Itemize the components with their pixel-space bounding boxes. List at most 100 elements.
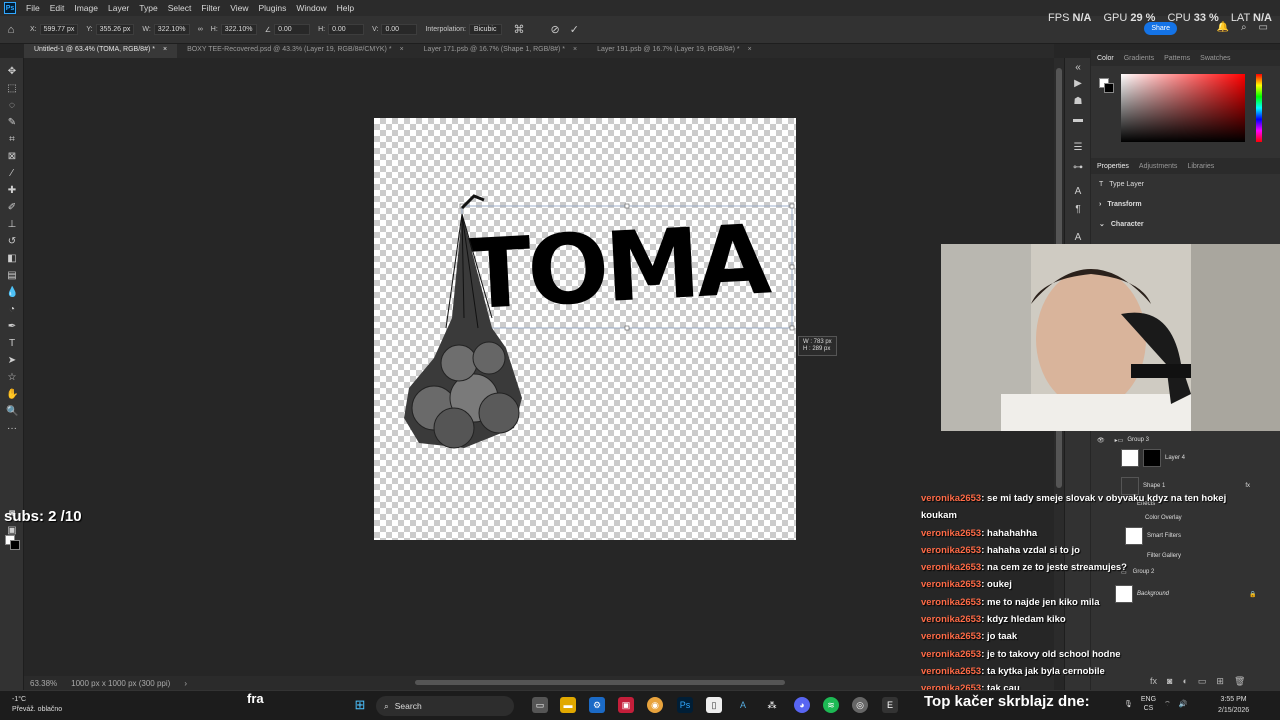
microphone-icon[interactable]: 🎙 <box>1124 700 1133 708</box>
layer-comps-icon[interactable]: ☗ <box>1072 96 1084 108</box>
canvas-area[interactable]: TOMA W : 783 px H : 289 px <box>24 58 1054 676</box>
tab-properties[interactable]: Properties <box>1097 163 1129 170</box>
dodge-tool-icon[interactable]: ◔ <box>6 304 18 316</box>
menu-edit[interactable]: Edit <box>46 3 71 13</box>
vskew-input[interactable]: 0.00 <box>381 24 418 35</box>
transform-section[interactable]: › Transform <box>1091 194 1280 214</box>
character-section[interactable]: ⌄ Character <box>1091 214 1280 234</box>
menu-image[interactable]: Image <box>70 3 104 13</box>
warp-icon[interactable]: ⌘ <box>514 23 525 36</box>
interpolation-select[interactable]: Bicubic <box>468 24 502 35</box>
angle-field[interactable]: ∠ 0.00 <box>265 24 311 35</box>
h-field[interactable]: H: 322.10% <box>211 24 257 35</box>
move-tool-icon[interactable]: ✥ <box>6 66 18 78</box>
wifi-icon[interactable]: ⌔ <box>1164 700 1171 709</box>
close-icon[interactable]: × <box>573 46 577 56</box>
frame-tool-icon[interactable]: ⊠ <box>6 151 18 163</box>
tab-swatches[interactable]: Swatches <box>1200 55 1230 62</box>
tab-patterns[interactable]: Patterns <box>1164 55 1190 62</box>
color-field[interactable] <box>1121 74 1245 142</box>
hand-tool-icon[interactable]: ✋ <box>6 389 18 401</box>
fx-icon[interactable]: fx <box>1245 483 1250 489</box>
marquee-tool-icon[interactable]: ⬚ <box>6 83 18 95</box>
close-icon[interactable]: × <box>748 46 752 56</box>
document-info[interactable]: 1000 px x 1000 px (300 ppi) <box>71 679 170 688</box>
vskew-field[interactable]: V: 0.00 <box>372 24 418 35</box>
lasso-tool-icon[interactable]: ◌ <box>6 100 18 112</box>
task-view-icon[interactable]: ▭ <box>532 697 548 713</box>
close-icon[interactable]: × <box>163 46 167 56</box>
photoshop-taskbar-icon[interactable]: Ps <box>677 697 693 713</box>
x-field[interactable]: X: 599.77 px <box>30 24 79 35</box>
layer-group-3[interactable]: 👁 ▸▭ Group 3 <box>1091 430 1280 450</box>
volume-icon[interactable]: 🔊 <box>1179 700 1188 708</box>
play-icon[interactable]: ▶ <box>1072 78 1084 90</box>
epic-games-icon[interactable]: E <box>882 697 898 713</box>
menu-plugins[interactable]: Plugins <box>254 3 292 13</box>
obs-icon[interactable]: ◎ <box>852 697 868 713</box>
menu-file[interactable]: File <box>22 3 46 13</box>
adjustments-icon[interactable]: ⊶ <box>1072 162 1084 174</box>
hskew-input[interactable]: 0.00 <box>328 24 365 35</box>
zoom-level[interactable]: 63.38% <box>30 679 57 688</box>
y-input[interactable]: 355.26 px <box>95 24 135 35</box>
w-input[interactable]: 322.10% <box>153 24 190 35</box>
paragraph-icon[interactable]: ¶ <box>1072 204 1084 216</box>
menu-type[interactable]: Type <box>135 3 163 13</box>
discord-icon[interactable]: ◕ <box>794 697 810 713</box>
tab-untitled-1[interactable]: Untitled-1 @ 63.4% (TOMA, RGB/8#) * × <box>24 44 178 58</box>
tab-layer-171[interactable]: Layer 171.psb @ 16.7% (Shape 1, RGB/8#) … <box>414 44 587 58</box>
eraser-tool-icon[interactable]: ◧ <box>6 253 18 265</box>
menu-filter[interactable]: Filter <box>197 3 226 13</box>
chevron-right-icon[interactable]: › <box>184 679 187 688</box>
history-brush-icon[interactable]: ↺ <box>6 236 18 248</box>
tab-color[interactable]: Color <box>1097 55 1114 62</box>
chrome-icon[interactable]: ◉ <box>647 697 663 713</box>
path-select-icon[interactable]: ➤ <box>6 355 18 367</box>
language-indicator[interactable]: ENG CS <box>1141 695 1156 713</box>
crop-tool-icon[interactable]: ⌗ <box>6 134 18 146</box>
cancel-transform-icon[interactable]: ⊘ <box>551 23 560 36</box>
gradient-tool-icon[interactable]: ▤ <box>6 270 18 282</box>
tab-layer-191[interactable]: Layer 191.psb @ 16.7% (Layer 19, RGB/8#)… <box>587 44 762 58</box>
horizontal-scrollbar[interactable] <box>415 680 785 685</box>
blur-tool-icon[interactable]: 💧 <box>6 287 18 299</box>
weather-widget[interactable]: -1°C Převáž. oblačno <box>12 695 62 715</box>
system-clock[interactable]: 3:55 PM 2/15/2026 <box>1218 694 1249 716</box>
hue-slider[interactable] <box>1256 74 1262 142</box>
y-field[interactable]: Y: 355.26 px <box>86 24 135 35</box>
link-icon[interactable]: ∞ <box>198 26 203 33</box>
stamp-tool-icon[interactable]: ⊥ <box>6 219 18 231</box>
menu-help[interactable]: Help <box>333 3 360 13</box>
app-red-icon[interactable]: ▣ <box>618 697 634 713</box>
tab-adjustments[interactable]: Adjustments <box>1139 163 1178 170</box>
app-a-icon[interactable]: A <box>735 697 751 713</box>
angle-input[interactable]: 0.00 <box>274 24 311 35</box>
screen-mode-icon[interactable]: ▣ <box>6 525 18 537</box>
pen-tool-icon[interactable]: ✒ <box>6 321 18 333</box>
close-icon[interactable]: × <box>400 46 404 56</box>
character-icon[interactable]: A <box>1072 186 1084 198</box>
document-canvas[interactable]: TOMA <box>374 118 796 540</box>
menu-window[interactable]: Window <box>292 3 332 13</box>
w-field[interactable]: W: 322.10% <box>142 24 190 35</box>
steam-icon[interactable]: ⚙ <box>589 697 605 713</box>
home-icon[interactable]: ⌂ <box>0 24 22 36</box>
tab-boxy-tee[interactable]: BOXY TEE-Recovered.psd @ 43.3% (Layer 19… <box>177 44 414 58</box>
grid-app-icon[interactable]: ⁂ <box>764 697 780 713</box>
glyphs-icon[interactable]: A <box>1072 232 1084 244</box>
tab-libraries[interactable]: Libraries <box>1187 163 1214 170</box>
tab-gradients[interactable]: Gradients <box>1124 55 1154 62</box>
menu-view[interactable]: View <box>226 3 254 13</box>
menu-select[interactable]: Select <box>164 3 198 13</box>
collapse-icon[interactable]: « <box>1072 62 1084 74</box>
more-tools-icon[interactable]: ··· <box>6 423 18 435</box>
background-color[interactable] <box>10 540 20 550</box>
visibility-eye-icon[interactable]: 👁 <box>1097 437 1105 444</box>
layer-layer-4[interactable]: Layer 4 <box>1091 448 1280 468</box>
taskbar-search[interactable]: ⌕ Search <box>376 696 514 716</box>
file-explorer-icon[interactable]: ▬ <box>560 697 576 713</box>
brush-tool-icon[interactable]: ✐ <box>6 202 18 214</box>
quick-select-tool-icon[interactable]: ✎ <box>6 117 18 129</box>
menu-layer[interactable]: Layer <box>104 3 135 13</box>
